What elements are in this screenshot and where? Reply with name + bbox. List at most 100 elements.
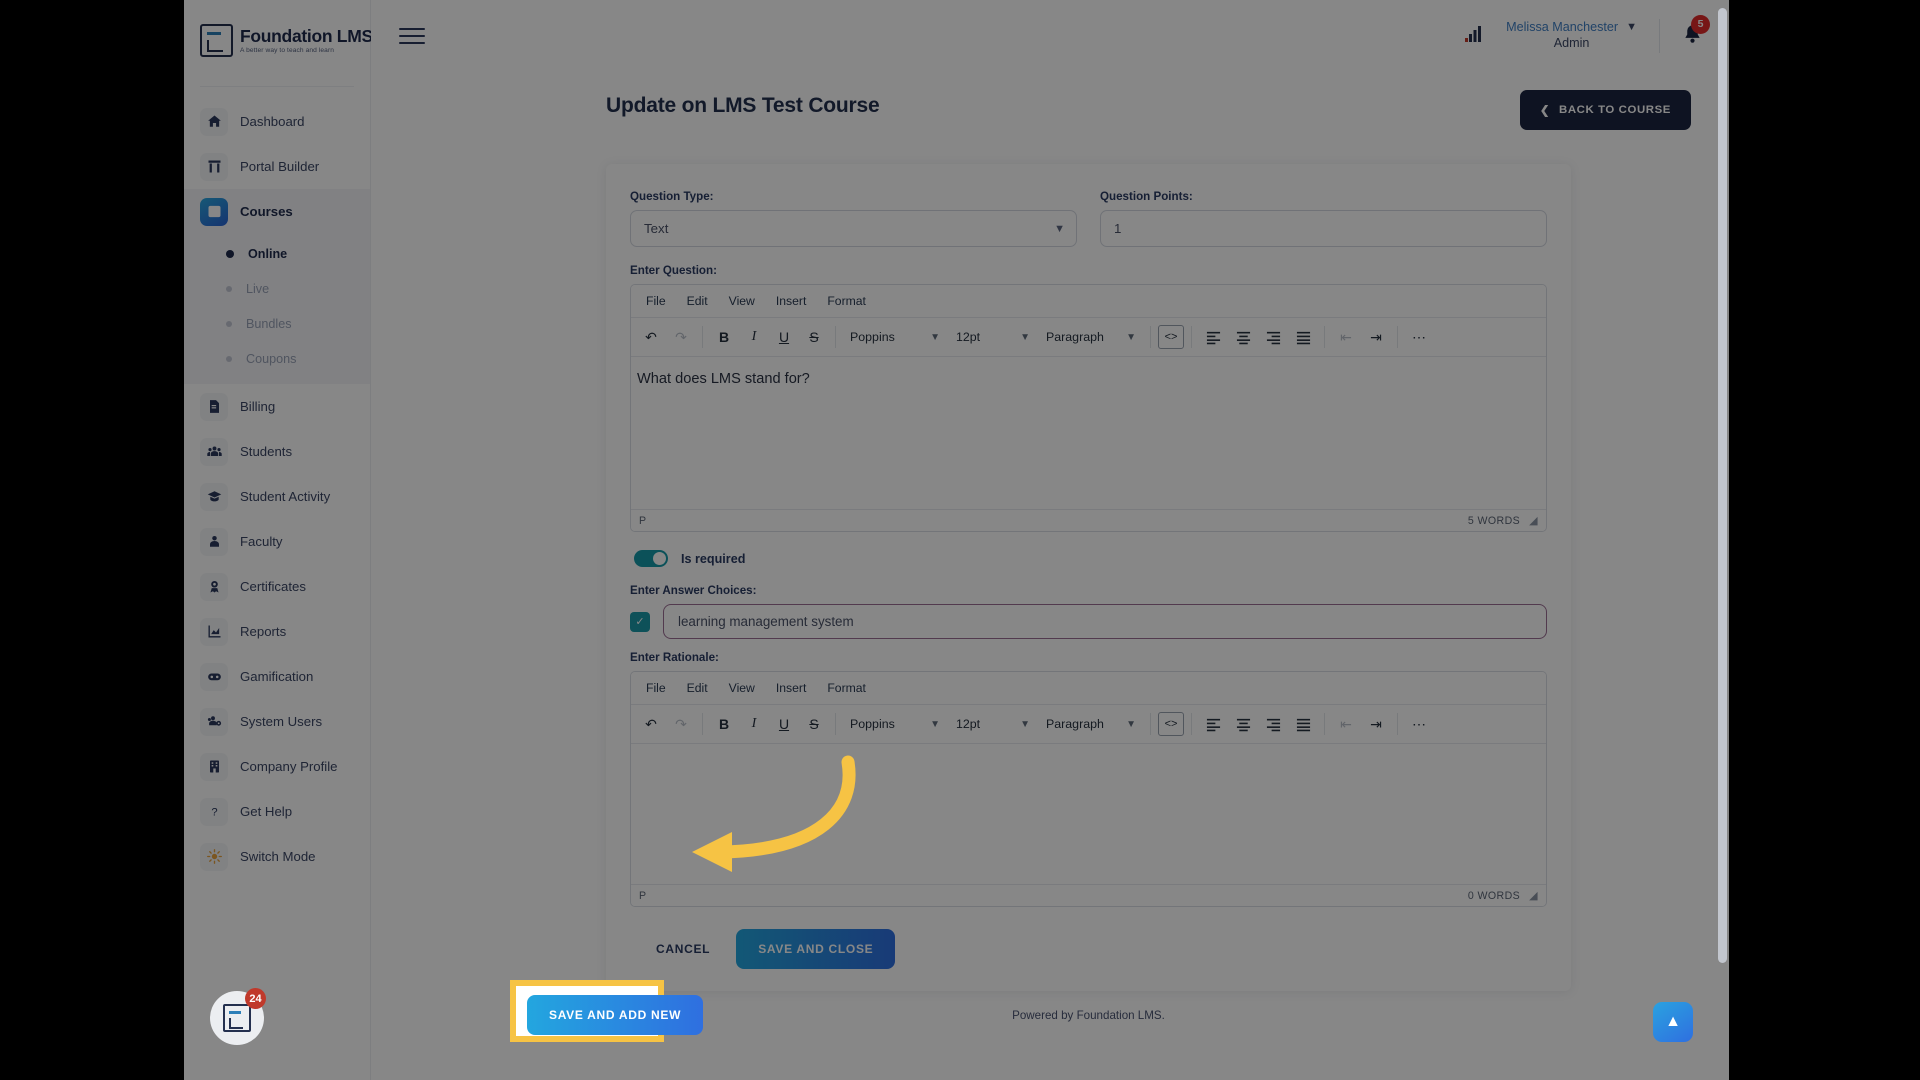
- is-required-toggle[interactable]: [634, 550, 668, 567]
- answer-choice-input[interactable]: [663, 604, 1547, 639]
- notification-badge: 5: [1691, 14, 1710, 34]
- question-type-select[interactable]: [630, 210, 1077, 247]
- editor-menu-edit[interactable]: Edit: [678, 677, 717, 699]
- align-left-icon[interactable]: [1199, 323, 1227, 351]
- sidebar-item-portal-builder[interactable]: Portal Builder: [184, 144, 370, 189]
- sidebar-subitem-online[interactable]: Online: [184, 236, 370, 271]
- redo-icon[interactable]: ↷: [667, 323, 695, 351]
- undo-icon[interactable]: ↶: [637, 710, 665, 738]
- chevron-down-icon: ▼: [1126, 718, 1136, 730]
- user-name: Melissa Manchester: [1506, 20, 1619, 35]
- underline-button[interactable]: U: [770, 323, 798, 351]
- editor-menu-format[interactable]: Format: [818, 677, 875, 699]
- sidebar-item-label: Company Profile: [240, 759, 338, 774]
- editor-menu-view[interactable]: View: [720, 677, 764, 699]
- font-size-select[interactable]: 12pt ▼: [949, 710, 1037, 738]
- editor-menu-file[interactable]: File: [637, 677, 675, 699]
- sidebar-nav: Dashboard Portal Builder Courses Online Live…: [184, 95, 370, 879]
- page-title: Update on LMS Test Course: [606, 94, 880, 117]
- italic-button[interactable]: I: [740, 323, 768, 351]
- editor-menu-edit[interactable]: Edit: [678, 290, 717, 312]
- question-rich-text-editor[interactable]: File Edit View Insert Format ↶ ↷ B I U S Poppins ▼ 12…: [630, 284, 1547, 532]
- graduation-cap-icon: [200, 482, 228, 511]
- sidebar-item-get-help[interactable]: ? Get Help: [184, 789, 370, 834]
- block-format-select[interactable]: Paragraph ▼: [1039, 710, 1143, 738]
- question-points-input[interactable]: [1100, 210, 1547, 247]
- italic-button[interactable]: I: [740, 710, 768, 738]
- font-family-select[interactable]: Poppins ▼: [843, 323, 947, 351]
- outdent-icon[interactable]: ⇤: [1332, 323, 1360, 351]
- editor-content-area[interactable]: What does LMS stand for?: [631, 357, 1546, 509]
- hamburger-icon[interactable]: [399, 27, 425, 45]
- sidebar-item-billing[interactable]: Billing: [184, 384, 370, 429]
- sidebar-item-label: Portal Builder: [240, 159, 320, 174]
- sidebar-item-faculty[interactable]: Faculty: [184, 519, 370, 564]
- save-and-close-button[interactable]: SAVE AND CLOSE: [736, 929, 896, 969]
- bold-button[interactable]: B: [710, 323, 738, 351]
- rationale-rich-text-editor[interactable]: File Edit View Insert Format ↶ ↷ B I U S Poppins ▼ 12…: [630, 671, 1547, 907]
- bold-button[interactable]: B: [710, 710, 738, 738]
- sidebar-item-company-profile[interactable]: Company Profile: [184, 744, 370, 789]
- font-size-select[interactable]: 12pt ▼: [949, 323, 1037, 351]
- align-right-icon[interactable]: [1259, 710, 1287, 738]
- sidebar-item-student-activity[interactable]: Student Activity: [184, 474, 370, 519]
- sidebar-item-gamification[interactable]: Gamification: [184, 654, 370, 699]
- user-role: Admin: [1553, 36, 1590, 50]
- strikethrough-button[interactable]: S: [800, 323, 828, 351]
- align-right-icon[interactable]: [1259, 323, 1287, 351]
- sidebar-item-label: Reports: [240, 624, 287, 639]
- underline-button[interactable]: U: [770, 710, 798, 738]
- redo-icon[interactable]: ↷: [667, 710, 695, 738]
- sidebar-item-courses[interactable]: Courses: [184, 189, 370, 234]
- back-to-course-button[interactable]: ❮ BACK TO COURSE: [1519, 90, 1691, 130]
- sidebar-item-reports[interactable]: Reports: [184, 609, 370, 654]
- outdent-icon[interactable]: ⇤: [1332, 710, 1360, 738]
- editor-statusbar: P 5 WORDS ◢: [631, 509, 1546, 531]
- source-code-icon[interactable]: <>: [1158, 325, 1184, 349]
- brand-logo[interactable]: Foundation LMS® A better way to teach an…: [184, 0, 386, 72]
- editor-menu-format[interactable]: Format: [818, 290, 875, 312]
- sidebar-subitem-bundles[interactable]: Bundles: [184, 306, 370, 341]
- editor-menu-file[interactable]: File: [637, 290, 675, 312]
- save-and-add-new-button[interactable]: SAVE AND ADD NEW: [527, 995, 704, 1035]
- indent-icon[interactable]: ⇥: [1362, 323, 1390, 351]
- sidebar-item-certificates[interactable]: Certificates: [184, 564, 370, 609]
- sidebar-item-dashboard[interactable]: Dashboard: [184, 99, 370, 144]
- align-justify-icon[interactable]: [1289, 710, 1317, 738]
- strikethrough-button[interactable]: S: [800, 710, 828, 738]
- answer-correct-checkbox[interactable]: ✓: [630, 611, 650, 632]
- editor-resize-handle[interactable]: ◢: [1529, 889, 1538, 902]
- page-scrollbar[interactable]: [1718, 0, 1727, 1080]
- building-icon: [200, 752, 228, 781]
- indent-icon[interactable]: ⇥: [1362, 710, 1390, 738]
- ellipsis-icon[interactable]: ⋯: [1405, 710, 1433, 738]
- bell-icon[interactable]: 5: [1682, 14, 1710, 50]
- undo-icon[interactable]: ↶: [637, 323, 665, 351]
- sidebar-item-system-users[interactable]: System Users: [184, 699, 370, 744]
- ellipsis-icon[interactable]: ⋯: [1405, 323, 1433, 351]
- editor-resize-handle[interactable]: ◢: [1529, 514, 1538, 527]
- align-justify-icon[interactable]: [1289, 323, 1317, 351]
- source-code-icon[interactable]: <>: [1158, 712, 1184, 736]
- scroll-to-top-button[interactable]: ▲: [1653, 1002, 1693, 1042]
- editor-menu-insert[interactable]: Insert: [767, 290, 815, 312]
- align-center-icon[interactable]: [1229, 710, 1257, 738]
- sidebar-subitem-live[interactable]: Live: [184, 271, 370, 306]
- help-chat-widget[interactable]: 24: [210, 988, 266, 1045]
- cancel-button[interactable]: CANCEL: [630, 930, 736, 968]
- editor-menu-insert[interactable]: Insert: [767, 677, 815, 699]
- align-left-icon[interactable]: [1199, 710, 1227, 738]
- scrollbar-thumb[interactable]: [1718, 8, 1727, 963]
- editor-content-area[interactable]: [631, 744, 1546, 884]
- block-format-select[interactable]: Paragraph ▼: [1039, 323, 1143, 351]
- sidebar-subitem-coupons[interactable]: Coupons: [184, 341, 370, 376]
- editor-menu-view[interactable]: View: [720, 290, 764, 312]
- sidebar-item-switch-mode[interactable]: Switch Mode: [184, 834, 370, 879]
- editor-menubar: File Edit View Insert Format: [631, 672, 1546, 705]
- book-icon: [200, 197, 228, 226]
- bar-chart-icon[interactable]: [1464, 24, 1484, 49]
- align-center-icon[interactable]: [1229, 323, 1257, 351]
- user-menu[interactable]: Melissa Manchester ▼ Admin: [1506, 20, 1637, 51]
- font-family-select[interactable]: Poppins ▼: [843, 710, 947, 738]
- sidebar-item-students[interactable]: Students: [184, 429, 370, 474]
